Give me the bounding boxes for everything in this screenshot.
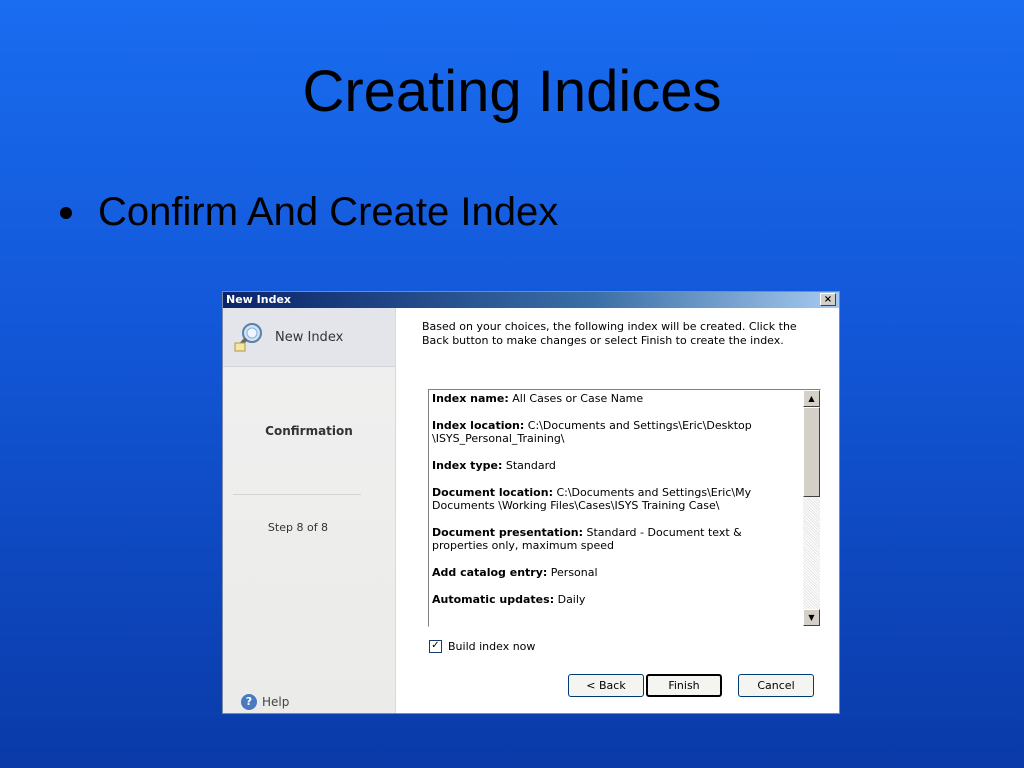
summary-item: Document location: C:\Documents and Sett…	[432, 486, 752, 512]
help-link[interactable]: ? Help	[241, 694, 289, 710]
vertical-scrollbar[interactable]: ▲ ▼	[803, 390, 820, 626]
new-index-dialog: New Index × New Index Confirmation Step …	[222, 291, 840, 714]
step-counter: Step 8 of 8	[267, 521, 329, 534]
summary-item: Document presentation: Standard - Docume…	[432, 526, 742, 552]
slide-title: Creating Indices	[302, 59, 722, 124]
summary-content: Index name: All Cases or Case Name Index…	[429, 390, 803, 626]
summary-item: Automatic updates: Daily	[432, 593, 586, 606]
dialog-titlebar[interactable]: New Index ×	[223, 292, 839, 308]
sidebar-header: New Index	[223, 308, 395, 367]
help-label: Help	[262, 695, 290, 709]
back-button[interactable]: < Back	[568, 674, 644, 697]
scroll-thumb[interactable]	[803, 407, 820, 497]
current-step-name: Confirmation	[265, 424, 353, 438]
finish-button[interactable]: Finish	[646, 674, 722, 697]
bullet-text: Confirm And Create Index	[98, 190, 559, 234]
scroll-up-icon[interactable]: ▲	[803, 390, 820, 407]
bullet-item: Confirm And Create Index	[60, 190, 558, 235]
scroll-down-icon[interactable]: ▼	[803, 609, 820, 626]
sidebar-header-title: New Index	[275, 329, 344, 345]
dialog-title: New Index	[226, 293, 292, 306]
help-icon: ?	[241, 694, 257, 710]
close-button[interactable]: ×	[820, 293, 836, 306]
summary-item: Index location: C:\Documents and Setting…	[432, 419, 752, 445]
checkbox-label: Build index now	[448, 640, 536, 653]
cancel-button[interactable]: Cancel	[738, 674, 814, 697]
intro-text: Based on your choices, the following ind…	[422, 320, 797, 347]
sidebar-divider	[233, 494, 361, 495]
magnifier-index-icon	[234, 323, 262, 352]
wizard-sidebar: New Index Confirmation Step 8 of 8 ? Hel…	[223, 308, 396, 713]
summary-item: Index type: Standard	[432, 459, 556, 472]
summary-listbox[interactable]: Index name: All Cases or Case Name Index…	[428, 389, 821, 627]
checkbox-check-icon[interactable]: ✓	[429, 640, 442, 653]
bullet-dot-icon	[60, 206, 72, 219]
build-index-now-checkbox[interactable]: ✓ Build index now	[429, 640, 535, 653]
summary-item: Add catalog entry: Personal	[432, 566, 598, 579]
summary-item: Index name: All Cases or Case Name	[432, 392, 644, 405]
